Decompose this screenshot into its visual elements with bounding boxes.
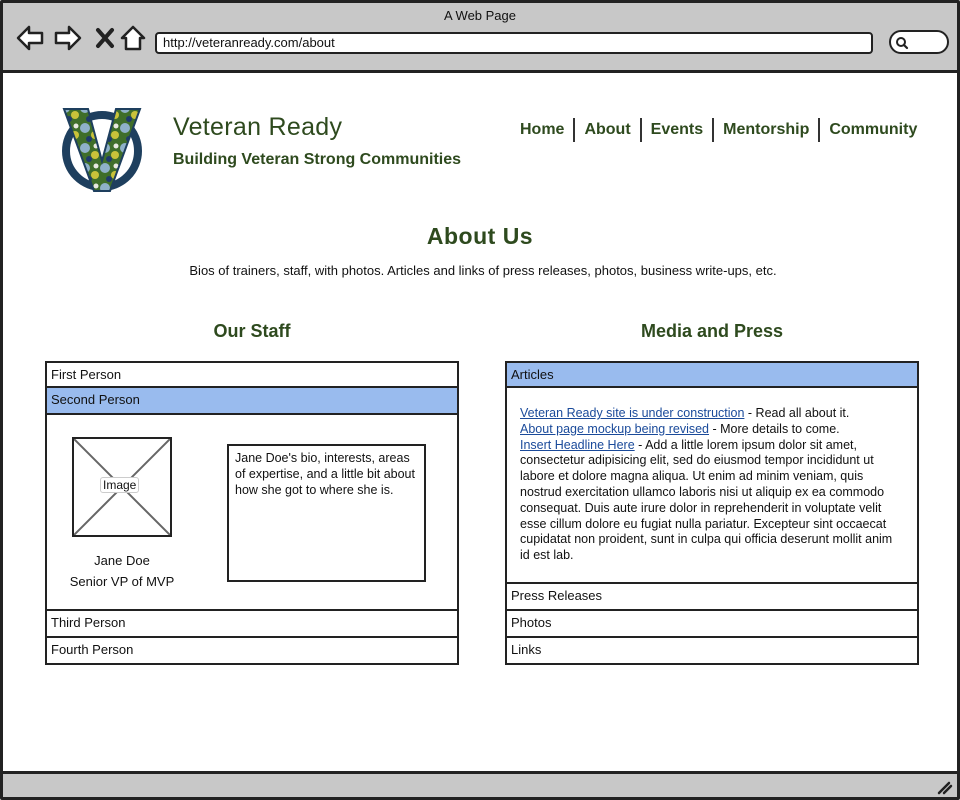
image-label: Image <box>100 477 140 493</box>
media-item-press-releases[interactable]: Press Releases <box>505 584 919 611</box>
staff-detail-panel: Image Jane Doe Senior VP of MVP Jane Doe… <box>45 415 459 611</box>
article-entry: Veteran Ready site is under construction… <box>520 406 905 422</box>
staff-bio: Jane Doe's bio, interests, areas of expe… <box>227 444 426 582</box>
media-item-articles[interactable]: Articles <box>505 361 919 388</box>
nav-community[interactable]: Community <box>818 118 926 142</box>
staff-item-third[interactable]: Third Person <box>45 611 459 638</box>
nav-home[interactable]: Home <box>511 118 573 142</box>
nav-about[interactable]: About <box>573 118 639 142</box>
search-icon <box>896 37 909 50</box>
media-accordion: Articles Veteran Ready site is under con… <box>505 361 919 665</box>
staff-item-fourth[interactable]: Fourth Person <box>45 638 459 665</box>
resize-grip-icon[interactable] <box>935 779 953 795</box>
close-icon[interactable] <box>91 23 121 53</box>
media-item-photos[interactable]: Photos <box>505 611 919 638</box>
site-logo[interactable] <box>60 103 144 197</box>
article-summary: - Read all about it. <box>744 406 850 420</box>
site-tagline: Building Veteran Strong Communities <box>173 151 462 168</box>
article-link[interactable]: Insert Headline Here <box>520 438 635 452</box>
article-entry: Insert Headline Here - Add a little lore… <box>520 438 905 564</box>
browser-window: A Web Page http://veteranready.com/about <box>0 0 960 800</box>
media-heading: Media and Press <box>640 321 784 341</box>
main-nav: Home About Events Mentorship Community <box>511 117 926 143</box>
nav-events[interactable]: Events <box>639 118 712 142</box>
home-icon[interactable] <box>118 23 148 53</box>
page-intro: Bios of trainers, staff, with photos. Ar… <box>189 263 777 278</box>
staff-photo-placeholder: Image <box>72 437 172 537</box>
window-title: A Web Page <box>443 8 517 23</box>
staff-heading: Our Staff <box>213 321 291 341</box>
page-title: About Us <box>426 223 534 249</box>
staff-item-first[interactable]: First Person <box>45 361 459 388</box>
staff-item-second[interactable]: Second Person <box>45 388 459 415</box>
back-arrow-icon[interactable] <box>15 23 45 53</box>
url-input[interactable]: http://veteranready.com/about <box>155 32 873 54</box>
media-item-links[interactable]: Links <box>505 638 919 665</box>
article-summary: - More details to come. <box>709 421 840 436</box>
search-input[interactable] <box>889 30 949 54</box>
forward-arrow-icon[interactable] <box>53 23 83 53</box>
staff-name: Jane Doe <box>94 553 150 568</box>
nav-mentorship[interactable]: Mentorship <box>712 118 818 142</box>
article-summary: - Add a little lorem ipsum dolor sit ame… <box>520 437 893 563</box>
status-bar <box>3 771 957 797</box>
staff-role: Senior VP of MVP <box>69 574 175 589</box>
staff-accordion: First Person Second Person Image Jane Do… <box>45 361 459 665</box>
site-title[interactable]: Veteran Ready <box>173 113 342 142</box>
articles-panel: Veteran Ready site is under construction… <box>505 388 919 584</box>
article-link[interactable]: About page mockup being revised <box>520 422 709 436</box>
browser-chrome: A Web Page http://veteranready.com/about <box>3 3 957 73</box>
article-link[interactable]: Veteran Ready site is under construction <box>520 406 744 420</box>
article-entry: About page mockup being revised - More d… <box>520 422 905 438</box>
